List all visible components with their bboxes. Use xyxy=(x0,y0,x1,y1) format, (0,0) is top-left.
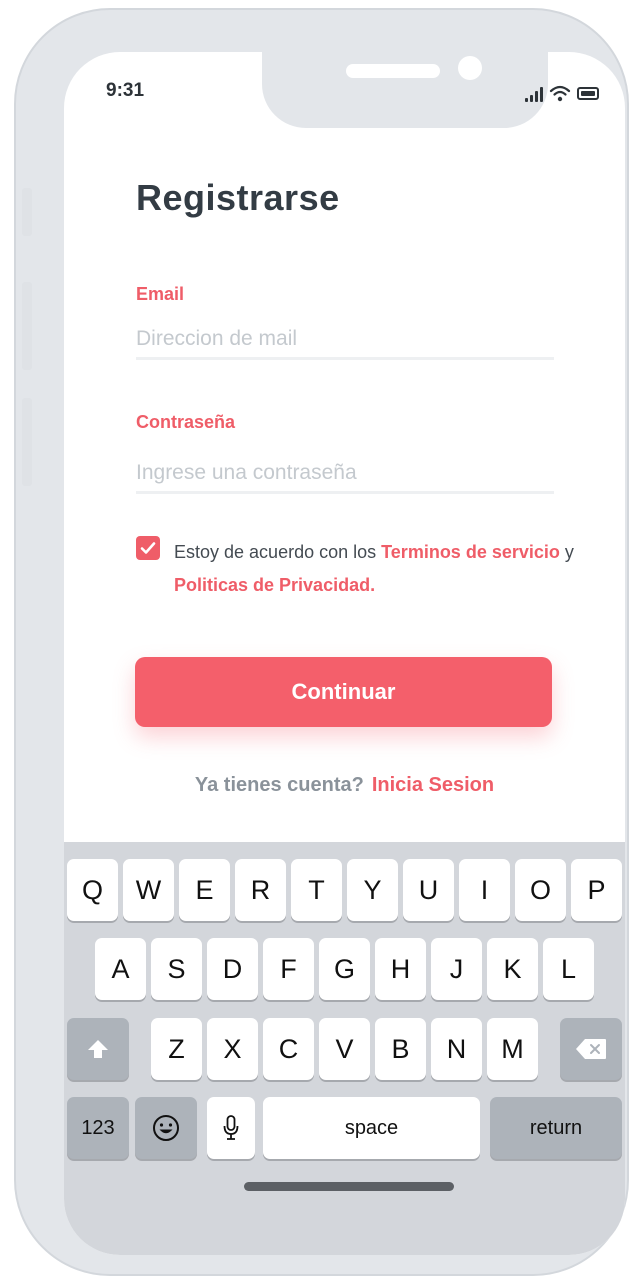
continue-button[interactable]: Continuar xyxy=(135,657,552,727)
key-c[interactable]: C xyxy=(263,1018,314,1080)
battery-icon xyxy=(577,87,599,100)
home-indicator[interactable] xyxy=(244,1182,454,1191)
key-k[interactable]: K xyxy=(487,938,538,1000)
checkmark-icon xyxy=(140,542,156,554)
password-label: Contraseña xyxy=(136,412,236,432)
key-i[interactable]: I xyxy=(459,859,510,921)
key-s[interactable]: S xyxy=(151,938,202,1000)
signin-link[interactable]: Inicia Sesion xyxy=(372,774,494,796)
key-z[interactable]: Z xyxy=(151,1018,202,1080)
shift-key[interactable] xyxy=(67,1018,129,1080)
numbers-key[interactable]: 123 xyxy=(67,1097,129,1159)
email-input[interactable] xyxy=(136,320,554,360)
key-n[interactable]: N xyxy=(431,1018,482,1080)
backspace-icon xyxy=(576,1039,606,1059)
notch xyxy=(262,52,548,128)
terms-of-service-link[interactable]: Terminos de servicio xyxy=(381,542,560,562)
terms-conjunction: y xyxy=(564,542,574,562)
password-input[interactable] xyxy=(136,454,554,494)
page-title: Registrarse xyxy=(136,177,340,218)
status-icons xyxy=(525,84,599,102)
key-e[interactable]: E xyxy=(179,859,230,921)
key-g[interactable]: G xyxy=(319,938,370,1000)
key-d[interactable]: D xyxy=(207,938,258,1000)
terms-checkbox[interactable] xyxy=(136,536,160,560)
emoji-key[interactable] xyxy=(135,1097,197,1159)
wifi-icon xyxy=(549,85,571,102)
privacy-policy-link[interactable]: Politicas de Privacidad. xyxy=(174,575,375,595)
front-camera xyxy=(458,56,482,80)
terms-text: Estoy de acuerdo con los Terminos de ser… xyxy=(174,536,574,602)
emoji-icon xyxy=(153,1115,179,1141)
volume-up-button xyxy=(22,282,32,370)
space-key[interactable]: space xyxy=(263,1097,480,1159)
keyboard: Q W E R T Y U I O P A S D F G H J K L Z … xyxy=(64,842,625,1255)
key-o[interactable]: O xyxy=(515,859,566,921)
key-u[interactable]: U xyxy=(403,859,454,921)
shift-icon xyxy=(88,1040,108,1058)
key-h[interactable]: H xyxy=(375,938,426,1000)
signin-prompt: Ya tienes cuenta? Inicia Sesion xyxy=(64,774,625,797)
key-y[interactable]: Y xyxy=(347,859,398,921)
key-w[interactable]: W xyxy=(123,859,174,921)
volume-down-button xyxy=(22,398,32,486)
key-t[interactable]: T xyxy=(291,859,342,921)
key-l[interactable]: L xyxy=(543,938,594,1000)
key-p[interactable]: P xyxy=(571,859,622,921)
backspace-key[interactable] xyxy=(560,1018,622,1080)
key-a[interactable]: A xyxy=(95,938,146,1000)
key-q[interactable]: Q xyxy=(67,859,118,921)
key-f[interactable]: F xyxy=(263,938,314,1000)
key-v[interactable]: V xyxy=(319,1018,370,1080)
key-x[interactable]: X xyxy=(207,1018,258,1080)
signal-icon xyxy=(525,86,543,102)
phone-screen: 9:31 Registrarse Email Contraseña Estoy … xyxy=(64,52,625,1255)
microphone-key[interactable] xyxy=(207,1097,255,1159)
key-m[interactable]: M xyxy=(487,1018,538,1080)
speaker-grille xyxy=(346,64,440,78)
email-label: Email xyxy=(136,284,185,304)
key-j[interactable]: J xyxy=(431,938,482,1000)
status-time: 9:31 xyxy=(106,80,145,101)
return-key[interactable]: return xyxy=(490,1097,622,1159)
terms-prefix: Estoy de acuerdo con los xyxy=(174,542,377,562)
mute-switch xyxy=(22,188,32,236)
microphone-icon xyxy=(223,1115,239,1140)
key-b[interactable]: B xyxy=(375,1018,426,1080)
signin-question: Ya tienes cuenta? xyxy=(194,774,364,796)
phone-frame: 9:31 Registrarse Email Contraseña Estoy … xyxy=(14,8,629,1276)
key-r[interactable]: R xyxy=(235,859,286,921)
